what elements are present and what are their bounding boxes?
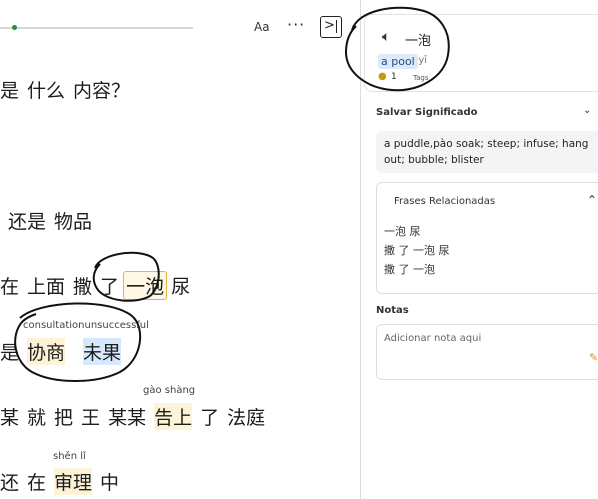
text-line: 在上面撒了一泡尿 xyxy=(0,271,198,300)
word[interactable]: 是 xyxy=(0,338,19,365)
word[interactable]: 上面 xyxy=(27,272,65,299)
speaker-icon[interactable]: 🔈︎ xyxy=(382,29,390,45)
related-phrases-section: Frases Relacionadas ⌃ 一泡 尿 撒 了 一泡 尿 撒 了 … xyxy=(376,182,598,294)
word[interactable]: 在 xyxy=(27,468,46,495)
word[interactable]: 在 xyxy=(0,272,19,299)
definition-panel: 🔈︎ 一泡 a pool · yī ● 1 Tags Salvar Signif… xyxy=(360,0,598,499)
text-line: 还在审理中 xyxy=(0,468,127,495)
word[interactable]: 中 xyxy=(100,468,119,495)
word[interactable]: 了 xyxy=(100,272,119,299)
reader-pane: Aa ··· > 是什么 内容？ 还是 物品 在上面撒了一泡尿 是协商 未果 cons… xyxy=(0,0,360,499)
word[interactable]: 物品 xyxy=(54,207,92,234)
tags-label[interactable]: Tags xyxy=(413,74,429,82)
save-meaning-title[interactable]: Salvar Significado xyxy=(376,107,478,118)
word[interactable]: 王 xyxy=(81,403,100,430)
notes-placeholder: Adicionar nota aqui xyxy=(384,333,482,344)
selected-word[interactable]: 一泡 xyxy=(123,271,168,300)
headword-pinyin: · yī xyxy=(412,55,428,66)
pinyin-label: shěn lǐ xyxy=(53,451,86,462)
coin-icon: ● xyxy=(378,71,387,82)
word[interactable]: 撒 xyxy=(73,272,92,299)
related-phrases-title[interactable]: Frases Relacionadas xyxy=(394,196,495,207)
meaning-text[interactable]: a puddle,pào soak; steep; infuse; hang o… xyxy=(376,131,598,173)
word[interactable]: 就 xyxy=(27,403,46,430)
panel-toggle-bar xyxy=(335,20,337,33)
font-size-button[interactable]: Aa xyxy=(254,20,270,34)
word[interactable]: 法庭 xyxy=(227,403,265,430)
word[interactable]: 内容？ xyxy=(73,76,130,103)
text-line: 还是 物品 xyxy=(8,207,100,234)
coin-count: 1 xyxy=(391,72,397,82)
highlighted-word[interactable]: 未果 xyxy=(83,338,122,365)
highlighted-word[interactable]: 告上 xyxy=(154,403,193,430)
notes-title: Notas xyxy=(376,305,409,316)
headword: 一泡 xyxy=(405,34,432,49)
word[interactable]: 某某 xyxy=(108,403,146,430)
text-line: 某就把王某某 告上了法庭 xyxy=(0,403,273,430)
chevron-up-icon[interactable]: ⌃ xyxy=(587,193,597,207)
word[interactable]: 尿 xyxy=(171,272,190,299)
highlighted-word[interactable]: 审理 xyxy=(54,468,93,495)
word[interactable]: 了 xyxy=(200,403,219,430)
word[interactable]: 是 xyxy=(0,76,19,103)
word[interactable]: 还 xyxy=(0,468,19,495)
text-line: 是协商 未果 xyxy=(0,338,129,365)
related-phrase[interactable]: 撒 了 一泡 尿 xyxy=(384,242,450,258)
word[interactable]: 还是 xyxy=(8,207,46,234)
word[interactable]: 什么 xyxy=(27,76,65,103)
text-line: 是什么 内容？ xyxy=(0,76,138,103)
note-icon[interactable]: ✎ xyxy=(589,351,598,364)
related-phrase[interactable]: 撒 了 一泡 xyxy=(384,261,435,277)
highlighted-word[interactable]: 协商 xyxy=(27,338,66,365)
word[interactable]: 把 xyxy=(54,403,73,430)
word-card: 🔈︎ 一泡 a pool · yī ● 1 Tags xyxy=(364,14,598,92)
reading-progress-thumb[interactable] xyxy=(11,25,17,30)
reading-progress-track[interactable] xyxy=(0,27,193,29)
chevron-down-icon[interactable]: ⌄ xyxy=(583,105,591,116)
notes-input[interactable]: Adicionar nota aqui ✎ xyxy=(376,324,598,380)
panel-toggle-icon: > xyxy=(324,18,335,33)
pinyin-label: gào shàng xyxy=(143,385,196,396)
more-options-button[interactable]: ··· xyxy=(287,15,305,34)
word[interactable]: 某 xyxy=(0,403,19,430)
word-annotation: consultationunsuccessful xyxy=(23,320,149,331)
panel-toggle-button[interactable]: > xyxy=(320,16,342,38)
related-phrase[interactable]: 一泡 尿 xyxy=(384,223,421,239)
